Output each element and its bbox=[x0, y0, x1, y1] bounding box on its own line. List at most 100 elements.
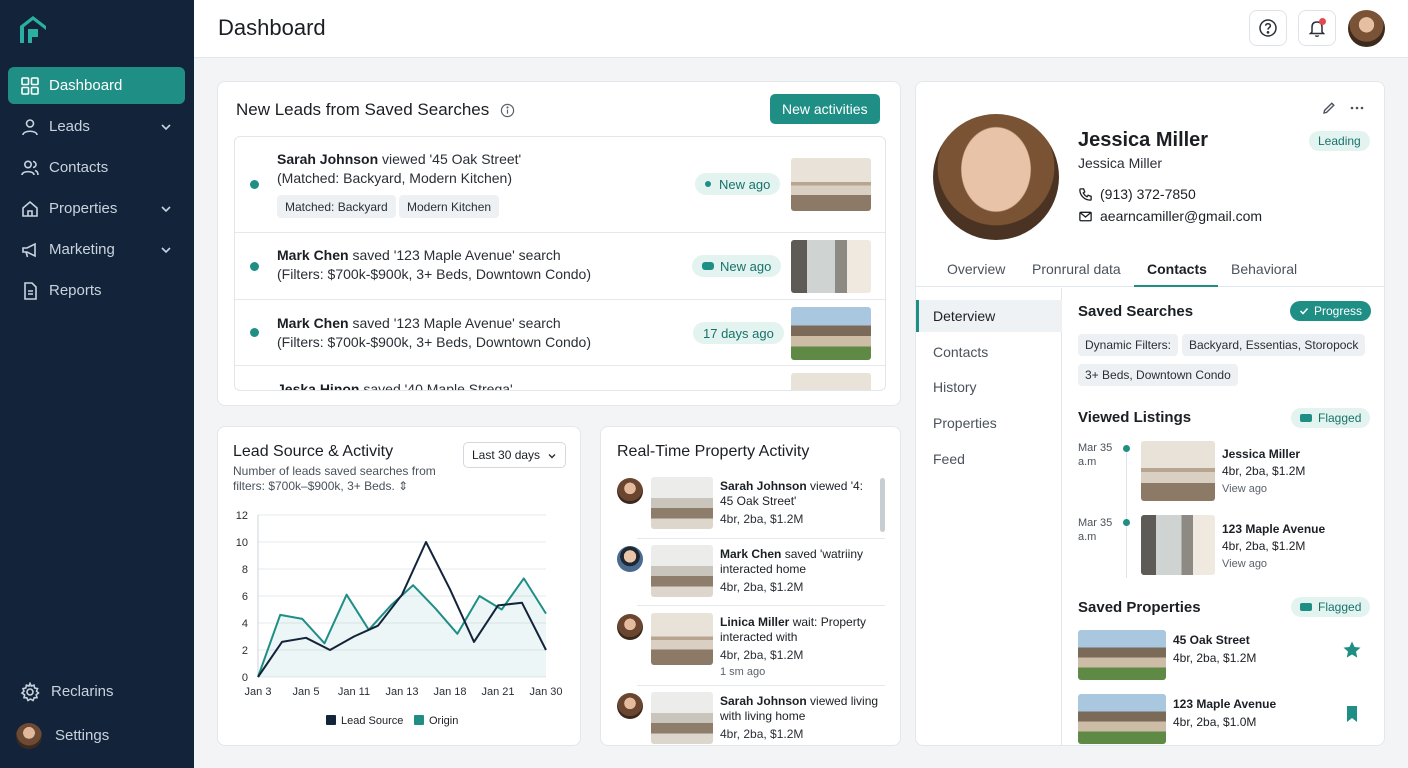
check-icon bbox=[1299, 307, 1309, 315]
property-thumbnail[interactable] bbox=[1141, 441, 1215, 501]
phone-value: (913) 372-7850 bbox=[1100, 186, 1196, 202]
filter-chip: Dynamic Filters: bbox=[1078, 334, 1179, 356]
activity-text: Sarah Johnson viewed '4: 45 Oak Street' 4b… bbox=[720, 479, 864, 526]
flagged-badge: Flagged bbox=[1291, 597, 1371, 617]
sidebar-item-label: Properties bbox=[49, 200, 118, 217]
sidebar-item-label: Leads bbox=[49, 118, 90, 135]
y-tick-label: 6 bbox=[242, 591, 248, 603]
contact-profile-panel: Jessica Miller Jessica Miller Leading (9… bbox=[915, 81, 1385, 746]
x-tick-label: Jan 11 bbox=[338, 686, 370, 698]
sidebar-item-label: Contacts bbox=[49, 159, 109, 176]
panel-title: Real-Time Property Activity bbox=[617, 443, 810, 460]
sidebar-item-marketing[interactable]: Marketing bbox=[8, 231, 185, 268]
phone-field[interactable]: (913) 372-7850 bbox=[1078, 186, 1196, 202]
legend-swatch bbox=[414, 715, 424, 725]
sidebar-item-properties[interactable]: Properties bbox=[8, 190, 185, 227]
list-item[interactable]: Sarah Johnson viewed '45 Oak Street' (Mat… bbox=[235, 137, 885, 233]
side-tab-overview[interactable]: Deterview bbox=[916, 300, 1062, 332]
timeline-date: Mar 35 a.m bbox=[1078, 442, 1113, 468]
document-icon bbox=[24, 281, 37, 300]
section-title: Viewed Listings bbox=[1078, 409, 1192, 426]
y-tick-label: 8 bbox=[242, 564, 248, 576]
property-thumbnail[interactable] bbox=[791, 307, 871, 360]
y-tick-label: 2 bbox=[242, 645, 248, 657]
chevron-down-icon[interactable] bbox=[159, 202, 173, 216]
profile-side-nav: Deterview Contacts History Properties Fe… bbox=[916, 288, 1062, 746]
sidebar-item-label: Dashboard bbox=[49, 77, 123, 94]
email-field[interactable]: aearncamiller@gmail.com bbox=[1078, 208, 1262, 224]
help-button[interactable] bbox=[1249, 10, 1287, 46]
legend-swatch bbox=[326, 715, 336, 725]
property-thumbnail bbox=[651, 477, 713, 529]
chevron-down-icon[interactable] bbox=[159, 243, 173, 257]
list-item[interactable]: Mark Chen saved '123 Maple Avenue' searc… bbox=[235, 300, 885, 366]
list-item[interactable]: Mark Chen saved '123 Maple Avenue' searc… bbox=[235, 233, 885, 300]
star-icon[interactable] bbox=[1342, 640, 1362, 660]
side-tab-history[interactable]: History bbox=[916, 371, 1062, 403]
property-text[interactable]: 123 Maple Avenue 4br, 2ba, $1.0M bbox=[1173, 695, 1276, 731]
info-icon[interactable] bbox=[500, 103, 515, 118]
filter-chip: 3+ Beds, Downtown Condo bbox=[1078, 364, 1238, 386]
section-title: Saved Properties bbox=[1078, 599, 1201, 616]
activity-text: Sarah Johnson viewed living with living h… bbox=[720, 694, 879, 741]
active-tab-indicator bbox=[1134, 285, 1218, 287]
sidebar-item-leads[interactable]: Leads bbox=[8, 108, 185, 145]
sidebar-item-dashboard[interactable]: Dashboard bbox=[8, 67, 185, 104]
user-avatar[interactable] bbox=[1348, 10, 1385, 47]
x-tick-label: Jan 30 bbox=[529, 686, 562, 698]
property-thumbnail[interactable] bbox=[791, 240, 871, 293]
status-dot bbox=[250, 328, 259, 337]
avatar bbox=[16, 722, 42, 749]
more-icon[interactable] bbox=[1349, 100, 1365, 116]
property-thumbnail[interactable] bbox=[1141, 515, 1215, 575]
new-leads-panel: New Leads from Saved Searches New activi… bbox=[217, 81, 901, 406]
sidebar-item-label: Reports bbox=[49, 282, 102, 299]
megaphone-icon bbox=[22, 242, 36, 257]
lead-text: Mark Chen saved '123 Maple Avenue' searc… bbox=[277, 315, 591, 350]
side-tab-contacts[interactable]: Contacts bbox=[916, 336, 1062, 368]
tab-personal-data[interactable]: Pronrural data bbox=[1032, 261, 1121, 277]
tab-contacts[interactable]: Contacts bbox=[1147, 261, 1207, 277]
legend-label: Lead Source bbox=[341, 715, 403, 727]
contact-name: Jessica Miller bbox=[1078, 129, 1209, 151]
listing-text[interactable]: 123 Maple Avenue 4br, 2ba, $1.2M View ago bbox=[1222, 521, 1325, 573]
new-activities-button[interactable]: New activities bbox=[770, 94, 880, 124]
sidebar-item-reclarins[interactable]: Reclarins bbox=[8, 673, 185, 710]
lead-text: Sarah Johnson viewed '45 Oak Street' (Mat… bbox=[277, 151, 522, 186]
panel-title: New Leads from Saved Searches bbox=[236, 100, 515, 120]
property-thumbnail[interactable] bbox=[791, 373, 871, 390]
listing-text[interactable]: Jessica Miller 4br, 2ba, $1.2M View ago bbox=[1222, 446, 1305, 498]
divider bbox=[637, 685, 885, 686]
legend-label: Origin bbox=[429, 715, 458, 727]
progress-badge: Progress bbox=[1290, 301, 1372, 321]
property-thumbnail[interactable] bbox=[791, 158, 871, 211]
property-thumbnail bbox=[651, 545, 713, 597]
lead-source-panel: Lead Source & Activity Number of leads s… bbox=[217, 426, 581, 746]
logo-icon[interactable] bbox=[18, 14, 48, 44]
edit-icon[interactable] bbox=[1321, 100, 1337, 116]
sidebar-item-contacts[interactable]: Contacts bbox=[8, 149, 185, 186]
y-tick-label: 10 bbox=[236, 537, 248, 549]
avatar bbox=[617, 546, 643, 572]
timeline-dot bbox=[1123, 445, 1130, 452]
side-tab-feed[interactable]: Feed bbox=[916, 443, 1062, 475]
top-bar: Dashboard bbox=[194, 0, 1408, 58]
x-tick-label: Jan 5 bbox=[293, 686, 320, 698]
list-item[interactable]: Jeska Hinon saved '40 Maple Strega' bbox=[235, 366, 885, 390]
property-text[interactable]: 45 Oak Street 4br, 2ba, $1.2M bbox=[1173, 631, 1256, 667]
bookmark-icon[interactable] bbox=[1342, 704, 1362, 724]
chevron-down-icon[interactable] bbox=[159, 120, 173, 134]
property-thumbnail[interactable] bbox=[1078, 694, 1166, 744]
tab-behavioral[interactable]: Behavioral bbox=[1231, 261, 1297, 277]
section-title: Saved Searches bbox=[1078, 303, 1194, 320]
side-tab-properties[interactable]: Properties bbox=[916, 407, 1062, 439]
notifications-button[interactable] bbox=[1298, 10, 1336, 46]
sidebar-item-reports[interactable]: Reports bbox=[8, 272, 185, 309]
sidebar-item-label: Marketing bbox=[49, 241, 115, 258]
x-tick-label: Jan 21 bbox=[481, 686, 514, 698]
divider bbox=[637, 605, 885, 606]
sidebar-item-settings[interactable]: Settings bbox=[8, 717, 185, 754]
tab-overview[interactable]: Overview bbox=[947, 261, 1005, 277]
status-badge: Leading bbox=[1309, 131, 1370, 151]
property-thumbnail[interactable] bbox=[1078, 630, 1166, 680]
